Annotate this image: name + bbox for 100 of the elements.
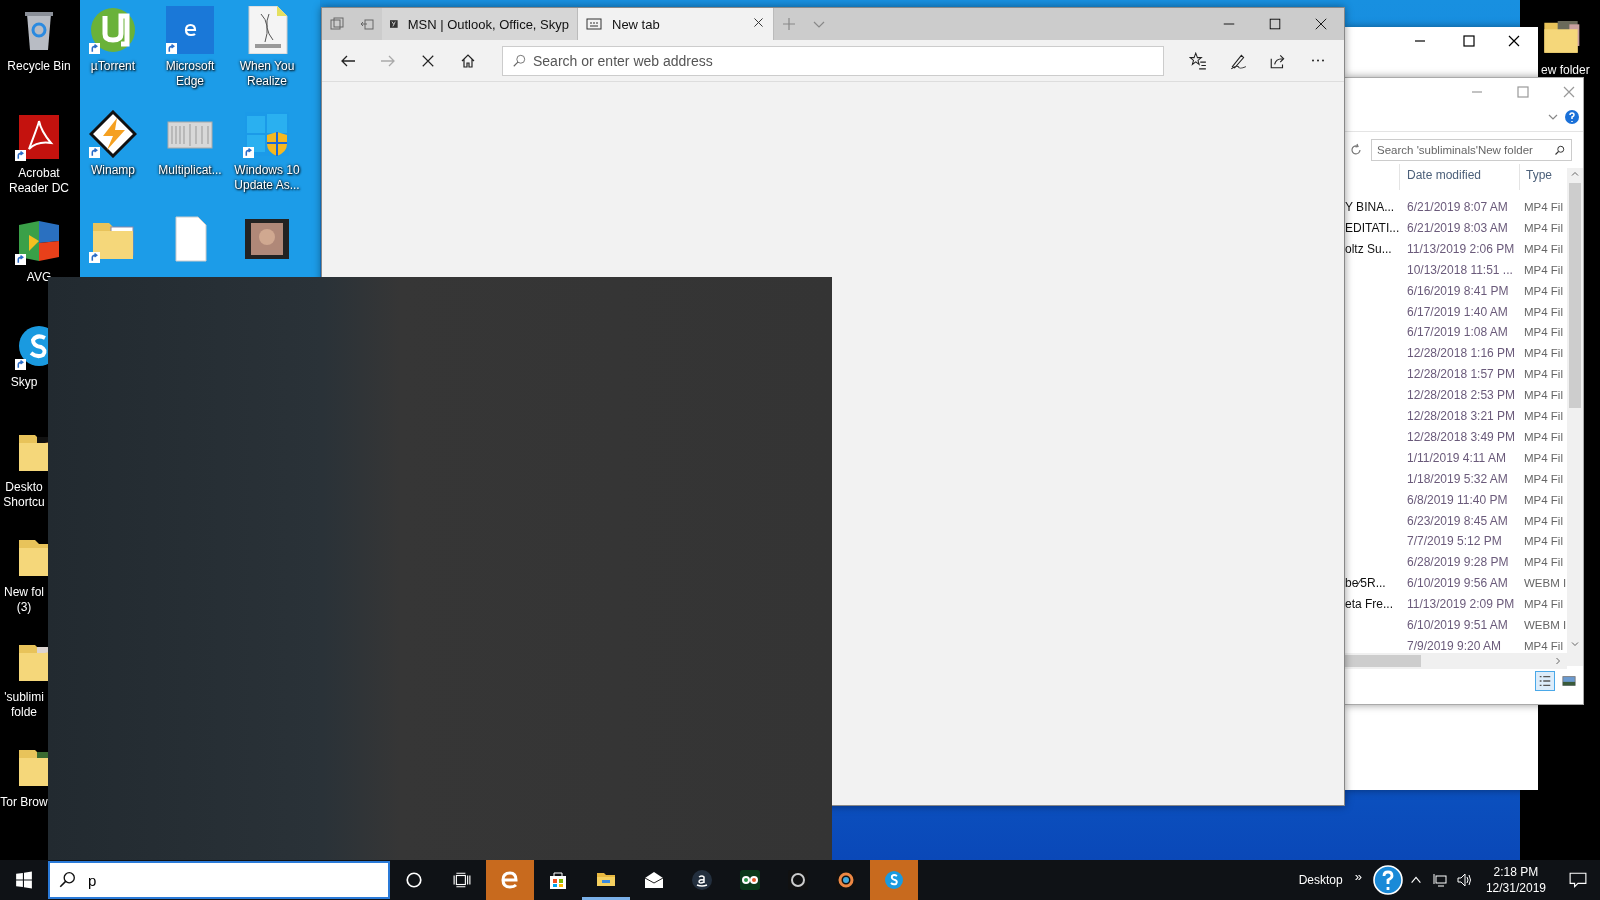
date-cell: 6/10/2019 9:56 AM xyxy=(1407,576,1508,591)
icon-label: µTorrent xyxy=(89,59,137,74)
skype-icon xyxy=(882,868,906,892)
icon-label: New fol (3) xyxy=(3,585,45,615)
winamp-icon[interactable] xyxy=(89,110,137,158)
speech-bubble-icon xyxy=(1569,871,1587,889)
speaker-icon xyxy=(1455,872,1472,888)
type-cell: MP4 Fil xyxy=(1524,368,1563,381)
file-name: be∕5R... xyxy=(1345,576,1386,591)
date-cell: 11/13/2019 2:06 PM xyxy=(1407,241,1515,256)
address-bar[interactable]: Search or enter web address xyxy=(502,45,1164,76)
close-tab-icon[interactable] xyxy=(752,16,765,29)
icon-label: Acrobat Reader DC xyxy=(8,166,70,196)
date-cell: 6/17/2019 1:08 AM xyxy=(1407,325,1508,340)
type-cell: MP4 Fil xyxy=(1524,242,1563,255)
browser-tab[interactable]: MSN | Outlook, Office, Skyp xyxy=(382,8,578,40)
type-cell: MP4 Fil xyxy=(1524,263,1563,276)
tabs-icon xyxy=(329,16,345,32)
page-icon xyxy=(586,16,602,32)
column-header[interactable]: Date modified xyxy=(1407,168,1482,182)
file-name: Y BINA... xyxy=(1345,200,1395,214)
time: 2:18 PM xyxy=(1493,864,1539,880)
date-cell: 12/28/2018 1:16 PM xyxy=(1407,346,1516,361)
more-icon xyxy=(1311,59,1325,62)
browser-tab[interactable]: New tab xyxy=(578,8,774,40)
image-icon xyxy=(1562,674,1576,688)
windows-logo-icon xyxy=(15,871,33,889)
task-view-icon xyxy=(453,871,471,889)
date-cell: 6/23/2019 8:45 AM xyxy=(1407,513,1508,528)
date-cell: 7/7/2019 5:12 PM xyxy=(1407,534,1502,549)
icon-label: Deskto Shortcu xyxy=(2,480,46,510)
search-icon xyxy=(58,871,76,889)
icon-label: Recycle Bin xyxy=(6,59,72,74)
details-view-button[interactable] xyxy=(1535,671,1555,691)
maximize-icon xyxy=(1268,17,1282,31)
icon-label: Microsoft Edge xyxy=(164,59,216,89)
date-cell: 6/21/2019 8:07 AM xyxy=(1407,200,1508,214)
help-icon[interactable] xyxy=(1564,109,1580,125)
type-cell: MP4 Fil xyxy=(1524,201,1563,213)
type-cell: MP4 Fil xyxy=(1524,598,1563,611)
close-icon xyxy=(1314,17,1328,31)
date-cell: 11/13/2019 2:09 PM xyxy=(1407,597,1515,612)
date-cell: 6/10/2019 9:51 AM xyxy=(1407,618,1508,632)
search-field[interactable]: p xyxy=(48,861,390,899)
type-cell: MP4 Fil xyxy=(1524,514,1563,527)
type-cell: WEBM I xyxy=(1524,619,1567,631)
date-cell: 6/28/2019 9:28 PM xyxy=(1407,555,1509,570)
icon-label: Multiplicat... xyxy=(157,163,223,178)
type-cell: MP4 Fil xyxy=(1524,326,1563,339)
file-name: EDITATI... xyxy=(1345,220,1400,235)
close-icon xyxy=(421,53,435,68)
date-cell: 1/18/2019 5:32 AM xyxy=(1407,471,1508,486)
star-list-icon xyxy=(1189,51,1207,70)
help-icon xyxy=(1371,864,1404,896)
type-cell: MP4 Fil xyxy=(1524,535,1563,548)
set-aside-icon xyxy=(359,16,375,32)
network-icon xyxy=(1431,872,1448,888)
type-cell: MP4 Fil xyxy=(1524,305,1563,318)
utorrent-icon[interactable] xyxy=(89,6,137,54)
date-cell: 12/28/2018 1:57 PM xyxy=(1407,367,1516,382)
icon-label: Winamp xyxy=(90,163,136,178)
type-cell: WEBM I xyxy=(1524,577,1567,590)
icon-label: 'sublimi folde xyxy=(3,690,45,720)
date-cell: 12/28/2018 3:21 PM xyxy=(1407,409,1516,423)
type-cell: MP4 Fil xyxy=(1524,451,1563,464)
toolbar-overflow[interactable]: » xyxy=(1350,868,1366,884)
owl-icon xyxy=(738,868,762,892)
plus-icon xyxy=(781,16,797,32)
icon-label: Skyp xyxy=(9,375,39,390)
date: 12/31/2019 xyxy=(1485,880,1546,896)
icon-label: Windows 10 Update As... xyxy=(233,163,301,193)
help-button[interactable] xyxy=(1371,864,1404,896)
search-icon xyxy=(1554,144,1566,156)
file-name: eta Fre... xyxy=(1345,597,1394,612)
clock[interactable]: 2:18 PM 12/31/2019 xyxy=(1475,864,1556,896)
search-field[interactable]: Search 'subliminals'New folder xyxy=(1371,139,1572,161)
date-cell: 6/8/2019 11:40 PM xyxy=(1407,492,1508,507)
type-cell: MP4 Fil xyxy=(1524,221,1563,234)
icon-label: ew folder xyxy=(1541,63,1590,78)
date-cell: 6/17/2019 1:40 AM xyxy=(1407,304,1508,319)
file-name: oltz Su... xyxy=(1345,241,1392,256)
browser-icon[interactable] xyxy=(166,6,214,54)
icon-label: Tor Brow xyxy=(0,795,48,810)
date-cell: 12/28/2018 2:53 PM xyxy=(1407,388,1516,403)
date-cell: 10/13/2018 11:51 ... xyxy=(1407,262,1513,277)
type-cell: MP4 Fil xyxy=(1524,639,1563,652)
type-cell: MP4 Fil xyxy=(1524,284,1563,297)
type-cell: MP4 Fil xyxy=(1524,493,1563,506)
search-icon xyxy=(512,53,526,68)
home-icon xyxy=(460,52,476,69)
date-cell: 7/9/2019 9:20 AM xyxy=(1407,638,1502,653)
close-icon[interactable] xyxy=(1506,33,1522,49)
column-header[interactable]: Type xyxy=(1526,168,1552,182)
maximize-icon[interactable] xyxy=(1461,33,1477,49)
type-cell: MP4 Fil xyxy=(1524,556,1563,569)
date-cell: 6/21/2019 8:03 AM xyxy=(1407,220,1508,235)
date-cell: 12/28/2018 3:49 PM xyxy=(1407,429,1516,444)
toolbar-label[interactable]: Desktop xyxy=(1294,873,1347,887)
icon-label: When You Realize xyxy=(238,59,296,89)
date-cell: 6/16/2019 8:41 PM xyxy=(1407,283,1509,298)
